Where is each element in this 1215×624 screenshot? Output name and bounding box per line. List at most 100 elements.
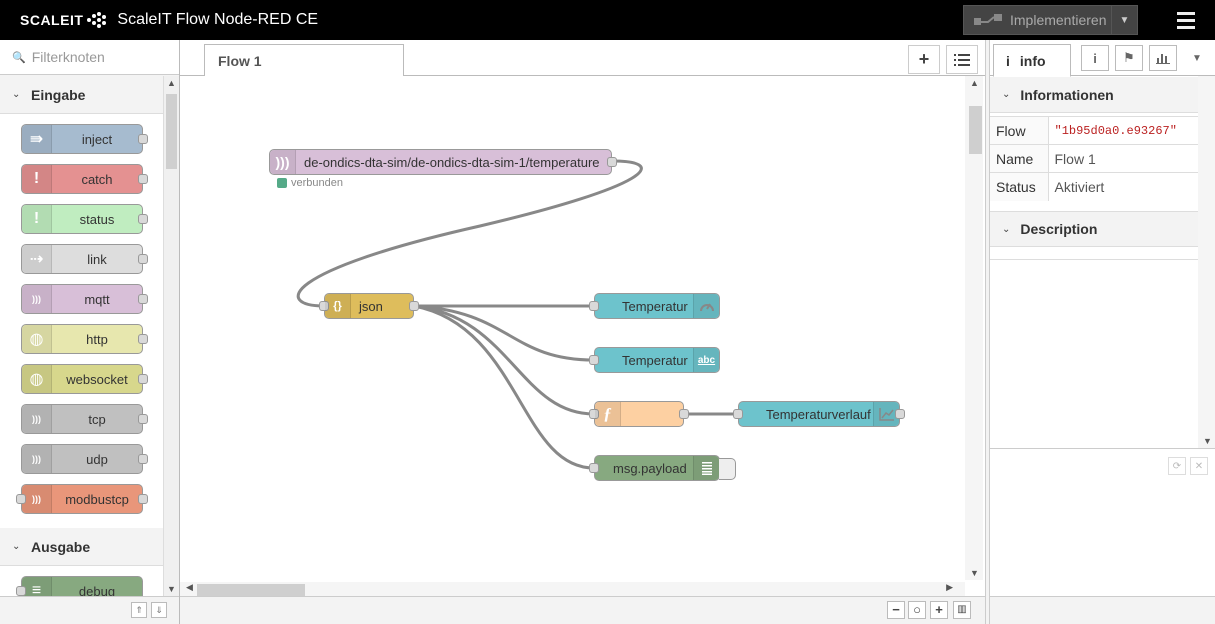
dashboard-tab-button[interactable] xyxy=(1149,45,1177,71)
workspace-vertical-scrollbar[interactable]: ▲ ▼ xyxy=(965,76,983,580)
wire-mqtt-json xyxy=(296,159,643,308)
flow-list-button[interactable] xyxy=(946,45,978,74)
palette-node-debug[interactable]: ≡ debug xyxy=(16,576,143,596)
zoom-out-button[interactable]: − xyxy=(887,601,905,619)
scroll-up-icon[interactable]: ▲ xyxy=(167,78,176,88)
horizontal-scroll-thumb[interactable] xyxy=(197,584,305,596)
scroll-down-icon[interactable]: ▼ xyxy=(167,584,176,594)
scroll-down-icon[interactable]: ▼ xyxy=(970,568,979,578)
tab-label: Flow 1 xyxy=(218,52,262,69)
info-table: Flow "1b95d0a0.e93267" Name Flow 1 Statu… xyxy=(990,116,1198,201)
palette-node-websocket[interactable]: ◍ websocket xyxy=(21,364,148,394)
flow-node-mqtt-in[interactable]: ))) de-ondics-dta-sim/de-ondics-dta-sim-… xyxy=(269,149,617,175)
scroll-right-icon[interactable]: ▶ xyxy=(946,582,953,593)
palette-footer: ⇑ ⇓ xyxy=(0,596,179,624)
workspace-horizontal-scrollbar[interactable]: ◀ ▶ xyxy=(180,582,965,596)
expand-all-button[interactable]: ⇓ xyxy=(151,602,167,618)
category-ausgabe[interactable]: ⌄ Ausgabe xyxy=(0,528,163,566)
chevron-down-icon: ⌄ xyxy=(12,541,21,552)
flow-node-debug[interactable]: msg.payload xyxy=(589,455,720,481)
scroll-left-icon[interactable]: ◀ xyxy=(186,582,193,593)
sidebar-menu-caret-icon[interactable]: ▼ xyxy=(1183,45,1211,71)
vertical-scroll-thumb[interactable] xyxy=(969,106,982,154)
input-port[interactable] xyxy=(589,463,599,473)
table-row: Status Aktiviert xyxy=(990,172,1198,201)
palette-node-mqtt[interactable]: ))) mqtt xyxy=(21,284,148,314)
flow-node-chart[interactable]: Temperaturverlauf xyxy=(733,401,905,427)
palette-filter-input[interactable] xyxy=(29,48,170,66)
scroll-down-icon[interactable]: ▼ xyxy=(1203,436,1212,446)
palette-node-label: status xyxy=(79,211,115,227)
node-status-text: verbunden xyxy=(291,177,343,189)
category-eingabe[interactable]: ⌄ Eingabe xyxy=(0,76,163,114)
palette-node-status[interactable]: ! status xyxy=(21,204,148,234)
palette-node-http[interactable]: ◍ http xyxy=(21,324,148,354)
section-label: Informationen xyxy=(1020,86,1114,103)
output-port[interactable] xyxy=(409,301,419,311)
palette-node-catch[interactable]: ! catch xyxy=(21,164,148,194)
wire-json-debug xyxy=(413,304,595,470)
table-row: Flow "1b95d0a0.e93267" xyxy=(990,116,1198,145)
palette-node-tcp[interactable]: ))) tcp xyxy=(21,404,148,434)
globe-icon: ◍ xyxy=(22,365,52,393)
main-menu-button[interactable] xyxy=(1170,8,1202,32)
palette-node-udp[interactable]: ))) udp xyxy=(21,444,148,474)
output-port[interactable] xyxy=(607,157,617,167)
output-port xyxy=(138,374,148,384)
palette-node-inject[interactable]: ⇛ inject xyxy=(21,124,148,154)
category-ausgabe-nodes: ≡ debug xyxy=(0,566,163,596)
info-tab-button[interactable]: i xyxy=(1081,45,1109,71)
input-port[interactable] xyxy=(733,409,743,419)
flow-node-text[interactable]: Temperatur abc xyxy=(589,347,720,373)
node-label: de-ondics-dta-sim/de-ondics-dta-sim-1/te… xyxy=(304,155,600,170)
deploy-menu-caret-icon[interactable]: ▼ xyxy=(1111,6,1137,34)
add-flow-button[interactable]: + xyxy=(908,45,940,74)
flow-node-json[interactable]: {} json xyxy=(319,293,419,319)
output-port[interactable] xyxy=(679,409,689,419)
sidebar-scrollbar[interactable]: ▼ xyxy=(1198,76,1215,448)
scroll-up-icon[interactable]: ▲ xyxy=(970,78,979,88)
close-icon[interactable]: ✕ xyxy=(1190,457,1208,475)
tab-flow-1[interactable]: Flow 1 xyxy=(204,44,404,77)
navigator-map-icon[interactable]: ▥ xyxy=(953,601,971,619)
info-key: Flow xyxy=(990,116,1049,145)
input-port[interactable] xyxy=(589,355,599,365)
debug-toggle-button[interactable] xyxy=(719,458,736,480)
flow-node-function[interactable]: ƒ xyxy=(589,401,689,427)
workspace-tabs: Flow 1 + xyxy=(180,40,985,77)
input-port[interactable] xyxy=(589,301,599,311)
deploy-button[interactable]: Implementieren ▼ xyxy=(963,5,1138,35)
sidebar-tabs: i info i ⚑ ▼ xyxy=(990,40,1215,77)
output-port xyxy=(138,414,148,424)
bridge-icon: ))) xyxy=(22,405,52,433)
zoom-reset-button[interactable]: ○ xyxy=(908,601,926,619)
section-description[interactable]: ⌄ Description xyxy=(990,211,1198,247)
info-value: "1b95d0a0.e93267" xyxy=(1048,116,1198,145)
bar-chart-icon xyxy=(1156,54,1170,64)
workspace-footer: − ○ + ▥ xyxy=(180,596,985,624)
palette-scrollbar[interactable]: ▲ ▼ xyxy=(163,76,179,596)
bug-icon: ⚑ xyxy=(1123,50,1135,65)
palette-node-label: mqtt xyxy=(84,291,110,307)
flow-canvas[interactable]: ))) de-ondics-dta-sim/de-ondics-dta-sim-… xyxy=(180,76,965,582)
palette-scroll-thumb[interactable] xyxy=(166,94,177,169)
palette-node-modbustcp[interactable]: ))) modbustcp xyxy=(16,484,148,514)
info-key: Status xyxy=(990,172,1049,201)
refresh-icon[interactable]: ⟳ xyxy=(1168,457,1186,475)
info-key: Name xyxy=(990,144,1049,173)
debug-tab-button[interactable]: ⚑ xyxy=(1115,45,1143,71)
output-port[interactable] xyxy=(895,409,905,419)
category-label: Eingabe xyxy=(31,86,86,103)
globe-icon: ◍ xyxy=(22,325,52,353)
section-informationen[interactable]: ⌄ Informationen xyxy=(990,77,1198,113)
flow-node-gauge[interactable]: Temperatur xyxy=(589,293,720,319)
palette-node-link[interactable]: ⇢ link xyxy=(21,244,148,274)
header: SCALEIT ScaleIT Flow Node-RED CE Impleme… xyxy=(0,0,1215,40)
tab-info[interactable]: i info xyxy=(993,44,1071,77)
node-label: msg.payload xyxy=(613,461,687,476)
logo: SCALEIT ScaleIT Flow Node-RED CE xyxy=(20,10,318,30)
collapse-all-button[interactable]: ⇑ xyxy=(131,602,147,618)
palette-node-label: inject xyxy=(81,131,113,147)
zoom-in-button[interactable]: + xyxy=(930,601,948,619)
info-icon: i xyxy=(1093,50,1097,66)
